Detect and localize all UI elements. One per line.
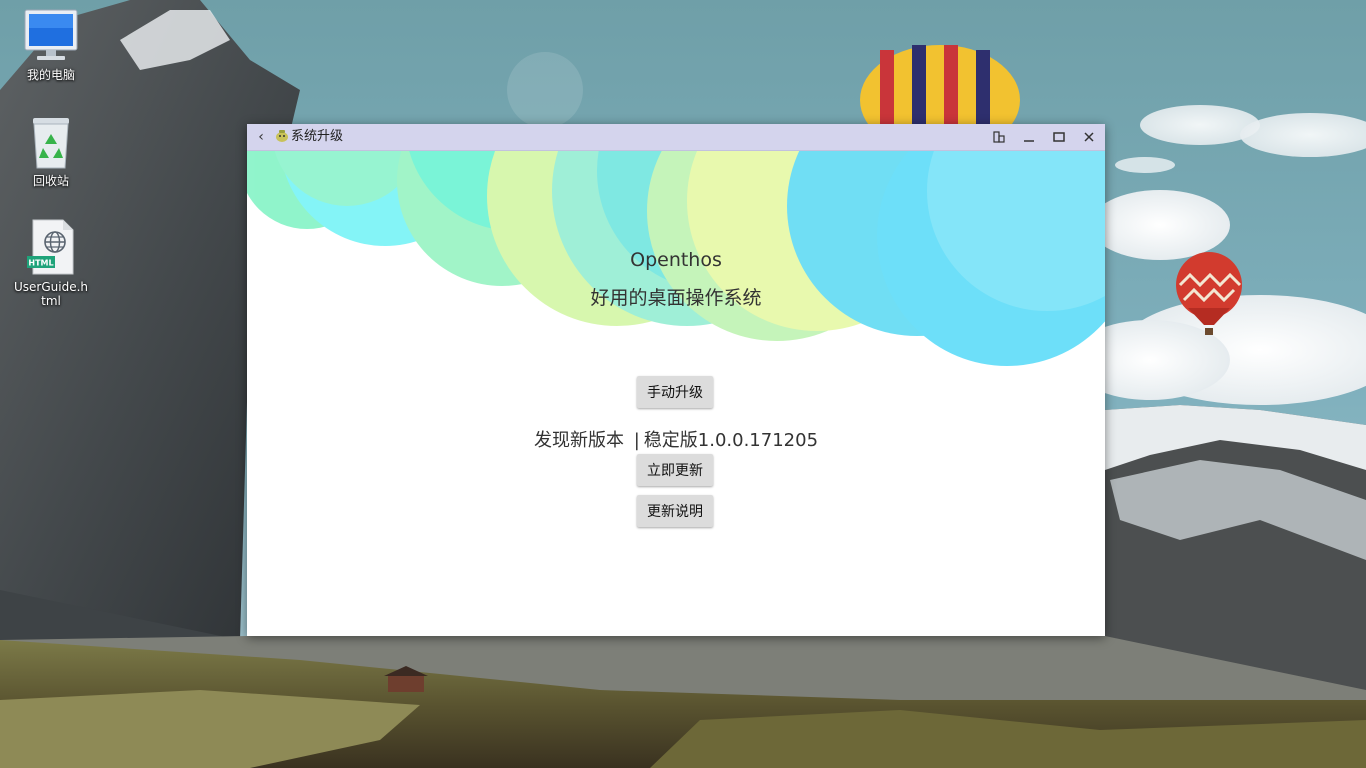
upgrade-content: Openthos 好用的桌面操作系统 手动升级 发现新版本 | 稳定版1.0.0.… [247, 151, 1105, 636]
html-file-icon: HTML [27, 219, 74, 275]
recycle-bin-icon [33, 118, 69, 169]
desktop-icon-label: 我的电脑 [26, 68, 75, 82]
update-channel: 稳定版 [643, 430, 698, 451]
update-status-line: 发现新版本 | 稳定版1.0.0.171205 [247, 426, 1105, 452]
new-version-found-text: 发现新版本 [533, 430, 624, 451]
minimize-button[interactable] [1018, 127, 1040, 147]
brand-name: Openthos [630, 249, 722, 271]
brand-slogan: 好用的桌面操作系统 [590, 287, 762, 309]
maximize-button[interactable] [1048, 127, 1070, 147]
release-notes-button[interactable]: 更新说明 [637, 495, 713, 527]
system-upgrade-window: ‹ 系统升级 Openthos 好用的桌面操作系统 手动升级 发现新版本 | 稳… [247, 124, 1105, 636]
close-button[interactable] [1078, 127, 1100, 147]
window-title: 系统升级 [291, 129, 344, 144]
app-icon [276, 130, 288, 142]
computer-icon [24, 9, 78, 60]
html-badge-text: HTML [28, 259, 53, 268]
title-bar[interactable]: ‹ 系统升级 [247, 124, 1105, 151]
desktop-icon-recycle-bin[interactable]: 回收站 [6, 112, 96, 188]
desktop-icon-userguide[interactable]: HTML UserGuide.html [6, 218, 96, 308]
compat-mode-button[interactable] [988, 127, 1010, 147]
minimize-icon [1024, 140, 1034, 142]
desktop-icon-my-computer[interactable]: 我的电脑 [6, 6, 96, 82]
version-number: 1.0.0.171205 [697, 430, 819, 451]
compat-mode-icon [993, 131, 1005, 143]
close-icon [1084, 132, 1094, 142]
back-icon[interactable]: ‹ [253, 128, 269, 146]
maximize-icon [1053, 132, 1065, 142]
separator: | [633, 430, 640, 451]
update-now-button[interactable]: 立即更新 [637, 454, 713, 486]
desktop-icon-label: 回收站 [32, 174, 69, 188]
manual-upgrade-button[interactable]: 手动升级 [637, 376, 713, 408]
desktop-icon-label: UserGuide.html [13, 280, 88, 308]
